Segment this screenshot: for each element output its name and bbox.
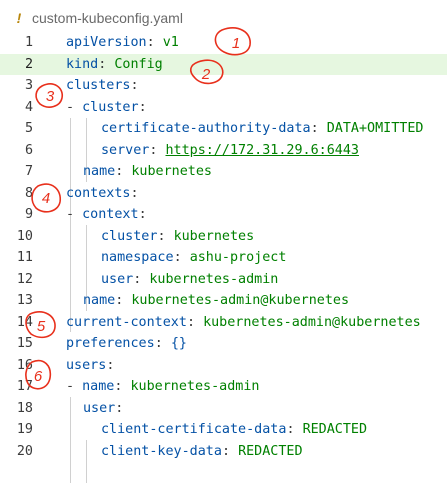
line-number: 2 <box>24 56 33 72</box>
yaml-key: cluster <box>101 228 158 244</box>
code-line[interactable]: 19 client-certificate-data: REDACTED <box>0 419 447 441</box>
yaml-key: preferences <box>66 336 155 351</box>
list-dash: - <box>66 99 83 115</box>
editor-tab[interactable]: ! custom-kubeconfig.yaml <box>0 0 447 36</box>
yaml-value: kubernetes-admin <box>149 271 279 287</box>
code-line[interactable]: 8 contexts: <box>0 183 447 205</box>
code-line[interactable]: 6 server: https://172.31.29.6:6443 <box>0 140 447 162</box>
yaml-value: kubernetes-admin@kubernetes <box>203 314 421 330</box>
code-line[interactable]: 17- name: kubernetes-admin <box>0 376 447 398</box>
yaml-key: client-key-data <box>101 443 222 459</box>
code-line[interactable]: 1 apiVersion: v1 <box>0 32 447 54</box>
yaml-key: name <box>82 379 115 394</box>
yaml-value: REDACTED <box>302 422 368 437</box>
line-number: 12 <box>16 271 33 287</box>
yaml-key: cluster <box>82 99 139 115</box>
yaml-key: server <box>101 142 150 158</box>
line-number: 10 <box>16 228 33 244</box>
code-line[interactable]: 18 user: <box>0 398 447 420</box>
line-number: 15 <box>16 336 33 351</box>
list-dash: - <box>66 379 83 394</box>
yaml-key: client-certificate-data <box>101 422 287 437</box>
code-line[interactable]: 11 namespace: ashu-project <box>0 247 447 269</box>
line-number: 9 <box>24 207 33 222</box>
yaml-key: context <box>82 207 139 222</box>
line-number: 3 <box>24 78 33 93</box>
yaml-key: user <box>101 271 134 287</box>
code-line[interactable]: 13 name: kubernetes-admin@kubernetes <box>0 290 447 312</box>
code-line[interactable]: 12 user: kubernetes-admin <box>0 269 447 291</box>
code-editor[interactable]: 1 apiVersion: v1 2 kind: Config 3 clusters:… <box>0 32 447 483</box>
yaml-key: apiVersion <box>66 35 147 50</box>
yaml-key: users <box>66 357 107 373</box>
code-line[interactable]: 15 preferences: {} <box>0 333 447 355</box>
line-number: 16 <box>16 357 33 373</box>
code-line-highlighted[interactable]: 2 kind: Config <box>0 53 447 75</box>
code-line[interactable]: 10 cluster: kubernetes <box>0 226 447 248</box>
yaml-key: name <box>83 164 116 179</box>
yaml-key: kind <box>66 56 99 72</box>
code-line[interactable]: 9- context: <box>0 204 447 226</box>
line-number: 13 <box>16 293 33 308</box>
line-number: 4 <box>24 99 33 115</box>
line-number: 1 <box>24 35 33 50</box>
code-line[interactable]: 7 name: kubernetes <box>0 161 447 183</box>
line-number: 7 <box>24 164 33 179</box>
code-line[interactable]: 3 clusters: <box>0 75 447 97</box>
yaml-key: name <box>83 293 116 308</box>
line-number: 5 <box>24 121 33 136</box>
code-line[interactable]: 14 current-context: kubernetes-admin@kube… <box>0 312 447 334</box>
list-dash: - <box>66 207 83 222</box>
code-line[interactable]: 20 client-key-data: REDACTED <box>0 441 447 463</box>
yaml-key: certificate-authority-data <box>101 121 311 136</box>
yaml-value: kubernetes-admin@kubernetes <box>131 293 350 308</box>
yaml-key: user <box>83 400 116 416</box>
yaml-value: REDACTED <box>238 443 303 459</box>
code-line[interactable]: 16 users: <box>0 355 447 377</box>
code-line[interactable]: 4- cluster: <box>0 97 447 119</box>
yaml-value: kubernetes-admin <box>130 379 260 394</box>
line-number: 11 <box>16 250 33 265</box>
line-number: 19 <box>16 422 33 437</box>
yaml-value: {} <box>170 336 187 351</box>
yaml-value: Config <box>114 56 163 72</box>
tab-filename: custom-kubeconfig.yaml <box>32 10 183 26</box>
yaml-value: ashu-project <box>189 250 287 265</box>
line-number: 18 <box>16 400 33 416</box>
yaml-key: contexts <box>66 185 131 201</box>
code-line[interactable]: 5 certificate-authority-data: DATA+OMITTE… <box>0 118 447 140</box>
line-number: 8 <box>24 185 33 201</box>
line-number: 20 <box>16 443 33 459</box>
yaml-file-icon: ! <box>16 10 22 26</box>
line-number: 17 <box>16 379 33 394</box>
yaml-value: kubernetes <box>173 228 255 244</box>
line-number: 6 <box>24 142 33 158</box>
yaml-key: current-context <box>66 314 187 330</box>
line-number: 14 <box>16 314 33 330</box>
yaml-key: namespace <box>101 250 174 265</box>
server-url-link[interactable]: https://172.31.29.6:6443 <box>166 143 359 158</box>
yaml-value: v1 <box>162 35 179 50</box>
yaml-value: DATA+OMITTED <box>326 121 424 136</box>
yaml-key: clusters <box>66 78 131 93</box>
yaml-value: kubernetes <box>131 164 212 179</box>
